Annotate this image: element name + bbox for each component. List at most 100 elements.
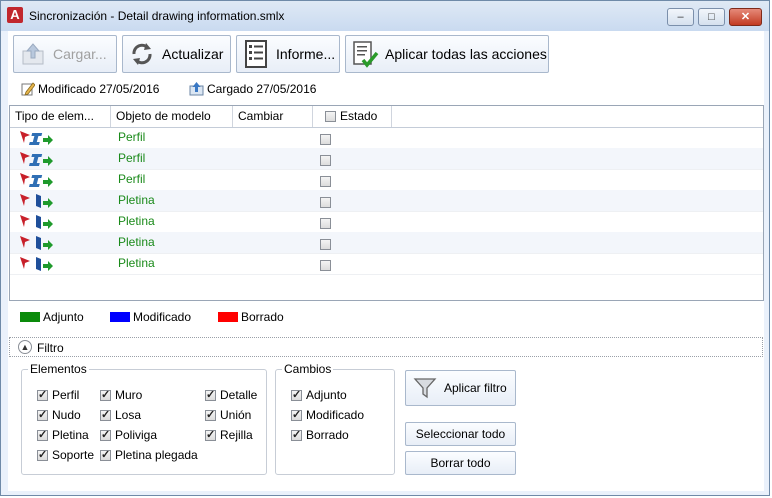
select-all-button[interactable]: Seleccionar todo: [405, 422, 516, 446]
checkbox-label: Pletina plegada: [115, 448, 198, 462]
checkbox-label: Soporte: [52, 448, 95, 462]
table-row[interactable]: Pletina: [10, 253, 763, 275]
table-row[interactable]: Perfil: [10, 169, 763, 191]
table-row[interactable]: Pletina: [10, 232, 763, 254]
plate-element-icon: [19, 256, 53, 271]
legend-label: Adjunto: [43, 310, 84, 324]
table-row[interactable]: Pletina: [10, 190, 763, 212]
row-state-checkbox[interactable]: [320, 218, 331, 230]
checkbox[interactable]: [205, 428, 216, 441]
profile-element-icon: [19, 151, 53, 166]
profile-element-icon: [19, 130, 53, 145]
filter-element-muro[interactable]: Muro: [100, 388, 142, 402]
checkbox[interactable]: [37, 388, 48, 401]
row-object: Perfil: [118, 130, 146, 144]
legend-swatch: [20, 312, 40, 322]
checkbox[interactable]: [100, 448, 111, 461]
row-state-checkbox[interactable]: [320, 239, 331, 251]
checkbox[interactable]: [100, 388, 111, 401]
checkbox[interactable]: [291, 408, 302, 421]
checkbox-label: Rejilla: [220, 428, 253, 442]
row-state-checkbox[interactable]: [320, 134, 331, 146]
filter-element-nudo[interactable]: Nudo: [37, 408, 81, 422]
row-state-checkbox[interactable]: [320, 155, 331, 167]
refresh-icon: [127, 39, 157, 69]
checkbox[interactable]: [291, 388, 302, 401]
checkbox-label: Detalle: [220, 388, 258, 402]
app-logo-icon: A: [7, 7, 23, 23]
checkbox-label: Modificado: [306, 408, 365, 422]
pencil-icon: [21, 82, 35, 96]
maximize-button[interactable]: □: [698, 8, 725, 26]
minimize-button[interactable]: –: [667, 8, 694, 26]
filter-element-poliviga[interactable]: Poliviga: [100, 428, 157, 442]
filter-element-losa[interactable]: Losa: [100, 408, 141, 422]
legend-swatch: [218, 312, 238, 322]
plate-element-icon: [19, 214, 53, 229]
row-state-checkbox[interactable]: [320, 260, 331, 272]
filter-element-perfil[interactable]: Perfil: [37, 388, 79, 402]
filter-section-header[interactable]: ▲ Filtro: [9, 337, 763, 357]
filter-element-rejilla[interactable]: Rejilla: [205, 428, 253, 442]
filter-element-pletina[interactable]: Pletina: [37, 428, 89, 442]
column-header-object[interactable]: Objeto de modelo: [111, 106, 233, 127]
sync-window: A Sincronización - Detail drawing inform…: [0, 0, 770, 496]
checkbox[interactable]: [291, 428, 302, 441]
table-header: Tipo de elem... Objeto de modelo Cambiar…: [10, 106, 763, 128]
table-row[interactable]: Pletina: [10, 211, 763, 233]
column-header-change[interactable]: Cambiar: [233, 106, 313, 127]
apply-all-actions-button[interactable]: Aplicar todas las acciones: [345, 35, 549, 73]
row-object: Pletina: [118, 256, 155, 270]
legend-label: Borrado: [241, 310, 284, 324]
legend-swatch: [110, 312, 130, 322]
filter-element-pletina-plegada[interactable]: Pletina plegada: [100, 448, 198, 462]
title-bar[interactable]: A Sincronización - Detail drawing inform…: [1, 1, 769, 31]
column-header-state-label: Estado: [340, 109, 378, 123]
checkbox-label: Muro: [115, 388, 143, 402]
filter-title: Filtro: [37, 341, 64, 355]
funnel-icon: [412, 375, 438, 401]
row-state-checkbox[interactable]: [320, 176, 331, 188]
checkbox[interactable]: [37, 428, 48, 441]
filter-change-deleted[interactable]: Borrado: [291, 428, 349, 442]
checkbox-label: Unión: [220, 408, 252, 422]
collapse-chevron-icon[interactable]: ▲: [18, 340, 32, 354]
upload-icon: [18, 39, 48, 69]
column-header-state[interactable]: Estado: [313, 106, 392, 127]
plate-element-icon: [19, 235, 53, 250]
checkbox[interactable]: [37, 448, 48, 461]
filter-change-attached[interactable]: Adjunto: [291, 388, 347, 402]
checklist-icon: [350, 39, 380, 69]
load-button[interactable]: Cargar...: [13, 35, 117, 73]
checkbox[interactable]: [205, 408, 216, 421]
state-select-all-checkbox[interactable]: [325, 111, 336, 123]
column-header-type[interactable]: Tipo de elem...: [10, 106, 111, 127]
filter-element-soporte[interactable]: Soporte: [37, 448, 94, 462]
filter-element-detalle[interactable]: Detalle: [205, 388, 257, 402]
client-area: Cargar... Actualizar Informe... Aplicar …: [8, 31, 764, 491]
row-object: Perfil: [118, 151, 146, 165]
filter-element-union[interactable]: Unión: [205, 408, 251, 422]
checkbox[interactable]: [100, 428, 111, 441]
checkbox-label: Nudo: [52, 408, 81, 422]
modified-date: Modificado 27/05/2016: [38, 81, 160, 96]
elements-group: Elementos Perfil Nudo Pletina Soporte Mu…: [21, 362, 267, 475]
checkbox-label: Poliviga: [115, 428, 158, 442]
checkbox-label: Adjunto: [306, 388, 347, 402]
apply-filter-button[interactable]: Aplicar filtro: [405, 370, 516, 406]
filter-change-modified[interactable]: Modificado: [291, 408, 364, 422]
refresh-button[interactable]: Actualizar: [122, 35, 231, 73]
table-row[interactable]: Perfil: [10, 127, 763, 149]
checkbox[interactable]: [100, 408, 111, 421]
clear-all-button[interactable]: Borrar todo: [405, 451, 516, 475]
checkbox-label: Perfil: [52, 388, 80, 402]
close-button[interactable]: ✕: [729, 8, 762, 26]
checkbox[interactable]: [205, 388, 216, 401]
row-state-checkbox[interactable]: [320, 197, 331, 209]
report-label: Informe...: [276, 46, 336, 62]
checkbox[interactable]: [37, 408, 48, 421]
table-row[interactable]: Perfil: [10, 148, 763, 170]
modified-info: Modificado 27/05/2016: [20, 81, 159, 96]
report-button[interactable]: Informe...: [236, 35, 340, 73]
loaded-info: Cargado 27/05/2016: [189, 81, 316, 96]
